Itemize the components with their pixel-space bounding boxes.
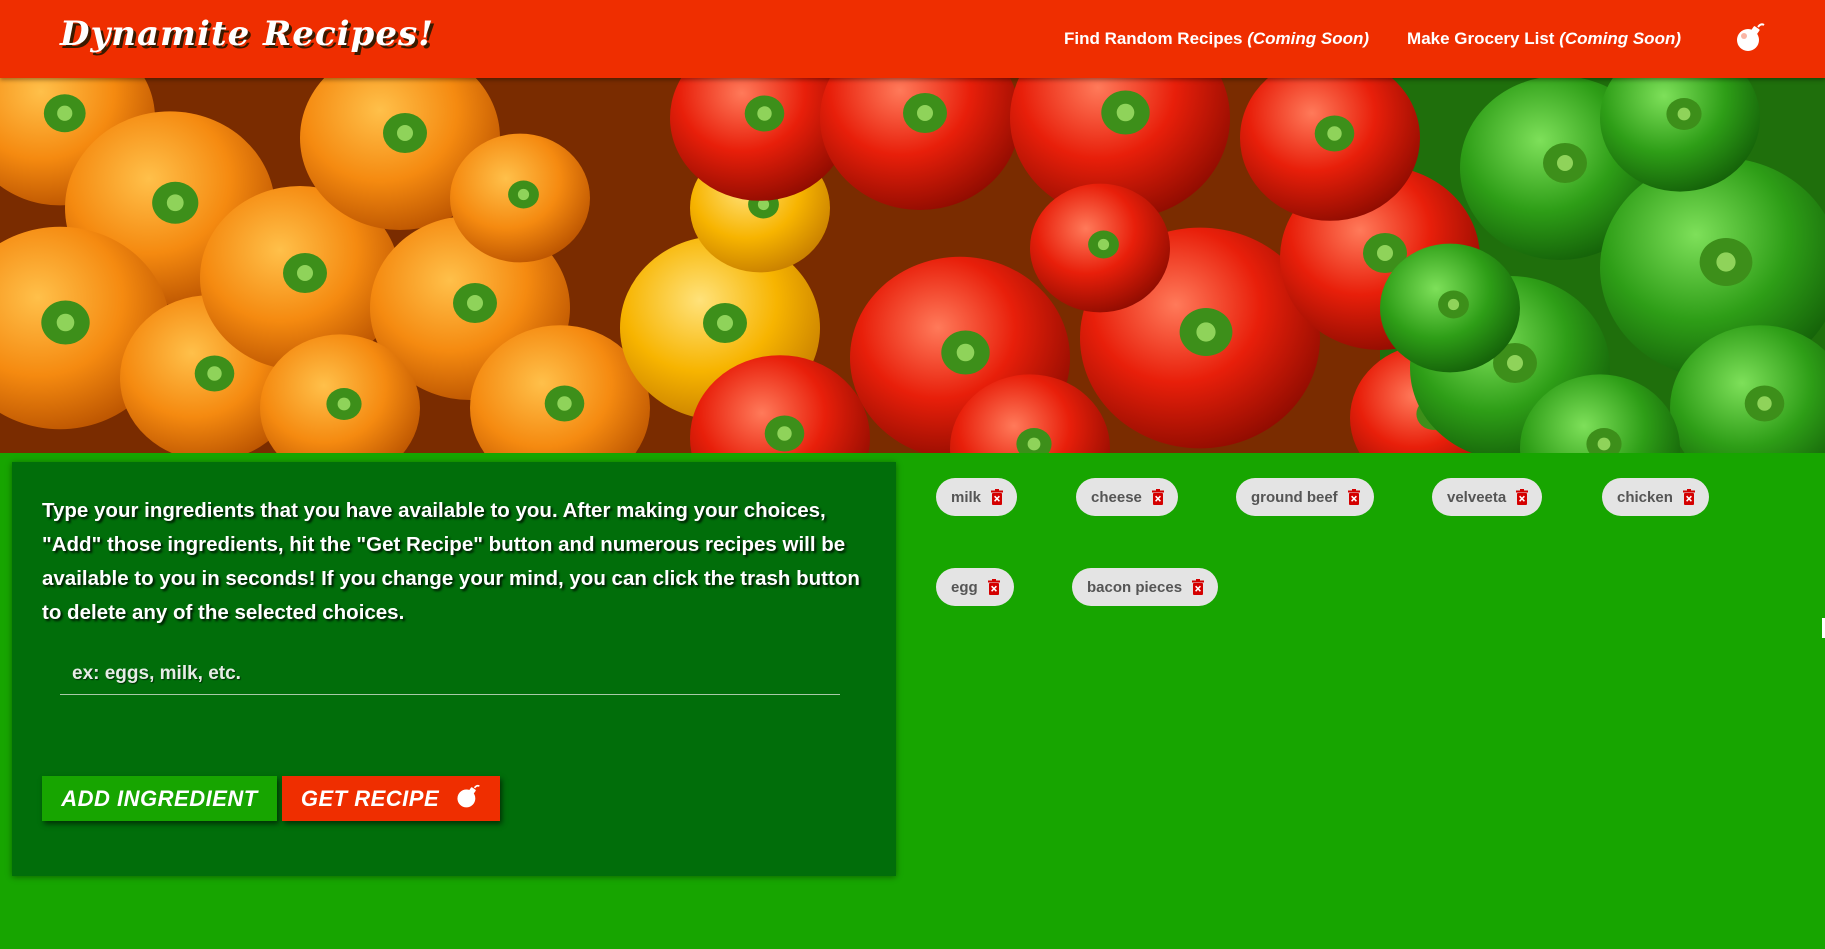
- pepper-stem-top: [956, 343, 975, 362]
- pepper-stem-top: [1116, 103, 1135, 122]
- pepper-stem-top: [166, 194, 184, 212]
- ingredient-chip-label: cheese: [1091, 488, 1142, 506]
- ingredient-chip-label: velveeta: [1447, 488, 1507, 506]
- pepper-stem-top: [1196, 322, 1216, 342]
- pepper-stem-top: [467, 295, 483, 311]
- pepper-stem-top: [717, 315, 733, 331]
- pepper-stem-top: [1716, 252, 1736, 272]
- add-ingredient-button[interactable]: ADD INGREDIENT: [42, 776, 277, 821]
- pepper-stem-top: [517, 188, 530, 201]
- pepper-stem-top: [207, 366, 222, 381]
- pepper-stem-top: [557, 396, 572, 411]
- nav-link-label: Make Grocery List: [1407, 29, 1555, 48]
- ingredient-chip-label: milk: [951, 488, 982, 506]
- pepper-stem-top: [397, 125, 413, 141]
- pepper-stem-top: [917, 105, 933, 121]
- brand-logo[interactable]: Dynamite Recipes!: [60, 14, 434, 54]
- pepper-stem-top: [1327, 126, 1342, 141]
- ingredient-chip: cheese: [1076, 478, 1178, 516]
- get-recipe-label: GET RECIPE: [300, 785, 440, 811]
- pepper-stem-top: [337, 397, 351, 411]
- trash-icon[interactable]: [1347, 489, 1360, 505]
- ingredient-chip: milk: [936, 478, 1018, 516]
- nav-make-grocery-list[interactable]: Make Grocery List (Coming Soon): [1407, 29, 1681, 49]
- ingredient-chip-label: ground beef: [1251, 488, 1338, 506]
- pepper-stem-top: [757, 106, 772, 121]
- ingredient-chip-label: egg: [951, 578, 978, 596]
- pepper-stem-top: [1447, 298, 1460, 311]
- nav-link-note: (Coming Soon): [1559, 29, 1681, 48]
- ingredient-chip-label: chicken: [1617, 488, 1673, 506]
- pepper-stem-top: [56, 313, 75, 332]
- ingredient-input[interactable]: [60, 654, 840, 695]
- trash-icon[interactable]: [1516, 489, 1529, 505]
- ingredient-chip: chicken: [1602, 478, 1709, 516]
- pepper-stem-top: [297, 265, 313, 281]
- get-recipe-button[interactable]: GET RECIPE: [282, 776, 500, 821]
- pepper-stem-top: [1677, 107, 1691, 121]
- pepper-stem-top: [1507, 355, 1523, 371]
- pepper-stem-top: [57, 105, 73, 121]
- trash-icon[interactable]: [987, 579, 1000, 595]
- nav-link-note: (Coming Soon): [1247, 29, 1370, 48]
- nav-link-label: Find Random Recipes: [1063, 29, 1243, 48]
- hero-peppers-image: [0, 78, 1825, 453]
- pepper-stem-top: [1557, 155, 1573, 171]
- bomb-icon: [455, 783, 481, 815]
- trash-icon[interactable]: [1192, 579, 1205, 595]
- add-ingredient-label: ADD INGREDIENT: [61, 785, 258, 811]
- bomb-icon[interactable]: [1735, 21, 1765, 58]
- ingredient-chip: ground beef: [1236, 478, 1374, 516]
- pepper-stem-top: [1597, 437, 1611, 451]
- pepper-stem-top: [1027, 437, 1041, 451]
- nav-find-random-recipes[interactable]: Find Random Recipes (Coming Soon): [1064, 29, 1369, 49]
- navbar: Dynamite Recipes! Find Random Recipes (C…: [0, 0, 1825, 78]
- trash-icon[interactable]: [1682, 489, 1695, 505]
- ingredient-chip-label: bacon pieces: [1087, 578, 1183, 596]
- ingredient-chip: bacon pieces: [1072, 568, 1219, 606]
- instructions-text: Type your ingredients that you have avai…: [42, 499, 860, 624]
- pepper-stem-top: [1377, 245, 1393, 261]
- nav-links: Find Random Recipes (Coming Soon) Make G…: [1064, 0, 1825, 78]
- trash-icon[interactable]: [1151, 489, 1164, 505]
- ingredient-chip: egg: [936, 568, 1014, 606]
- pepper-stem-top: [1757, 396, 1772, 411]
- ingredient-panel: Type your ingredients that you have avai…: [12, 462, 896, 876]
- pepper-stem-top: [1097, 238, 1110, 251]
- ingredient-chip: velveeta: [1432, 478, 1543, 516]
- pepper-stem-top: [777, 426, 792, 441]
- trash-icon[interactable]: [991, 489, 1004, 505]
